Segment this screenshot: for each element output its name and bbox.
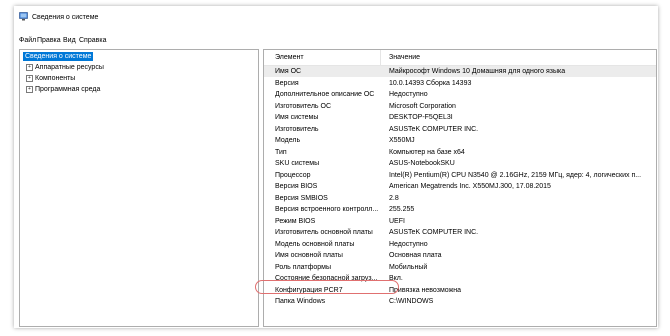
table-row[interactable]: Модель X550MJ [264, 135, 656, 146]
table-row[interactable]: Имя основной платы Основная плата [264, 250, 656, 261]
table-row[interactable]: Изготовитель основной платы ASUSTeK COMPU… [264, 227, 656, 238]
row-item-cell: Роль платформы [275, 263, 331, 271]
row-item-cell: Изготовитель [275, 125, 319, 133]
table-row[interactable]: Изготовитель ASUSTeK COMPUTER INC. [264, 124, 656, 135]
expand-icon[interactable]: + [26, 75, 33, 82]
tree-item-software-environment[interactable]: Программная среда [35, 85, 100, 94]
row-item-cell: Дополнительное описание ОС [275, 91, 375, 98]
row-value-cell: Вкл. [389, 275, 403, 282]
table-row[interactable]: Версия BIOS American Megatrends Inc. X550… [264, 181, 656, 192]
table-row[interactable]: Роль платформы Мобильный [264, 262, 656, 273]
row-item-cell: Режим BIOS [275, 217, 316, 225]
table-row[interactable]: Имя ОС Майкрософт Windows 10 Домашняя для… [264, 66, 656, 77]
row-item-cell: Процессор [275, 171, 311, 179]
row-item-cell: Папка Windows [275, 298, 326, 305]
row-value-cell: Microsoft Corporation [389, 102, 456, 110]
row-item-cell: Версия [275, 79, 299, 87]
row-item-cell: Версия встроенного контролл... [275, 206, 379, 213]
table-row[interactable]: Версия SMBIOS 2.8 [264, 193, 656, 204]
table-row[interactable]: Версия встроенного контролл... 255.255 [264, 204, 656, 215]
row-value-cell: Компьютер на базе x64 [389, 148, 465, 156]
table-row[interactable]: Папка Windows C:\WINDOWS [264, 296, 656, 307]
table-header: Элемент Значение [264, 50, 656, 66]
title-bar: Сведения о системе [14, 6, 658, 28]
expand-icon[interactable]: + [26, 64, 33, 71]
table-row[interactable]: Имя системы DESKTOP-F5QEL3I [264, 112, 656, 123]
row-item-cell: Версия SMBIOS [275, 194, 328, 202]
window-title: Сведения о системе [32, 14, 99, 21]
row-item-cell: Имя ОС [275, 68, 302, 75]
row-value-cell: ASUSTeK COMPUTER INC. [389, 125, 479, 133]
menu-bar: Файл Правка Вид Справка [14, 35, 658, 46]
secure-boot-highlight-annotation [255, 280, 399, 294]
expand-icon[interactable]: + [26, 86, 33, 93]
row-value-cell: Майкрософт Windows 10 Домашняя для одног… [389, 68, 566, 75]
system-info-app-icon [19, 12, 28, 21]
row-value-cell: ASUS-NotebookSKU [389, 160, 455, 167]
row-item-cell: Имя системы [275, 114, 319, 121]
row-value-cell: 10.0.14393 Сборка 14393 [389, 79, 472, 87]
tree-item-system-summary[interactable]: Сведения о системе [23, 52, 94, 61]
row-value-cell: 2.8 [389, 194, 399, 202]
table-row[interactable]: Изготовитель ОС Microsoft Corporation [264, 101, 656, 112]
table-row[interactable]: Модель основной платы Недоступно [264, 239, 656, 250]
row-value-cell: Недоступно [389, 91, 428, 98]
table-row[interactable]: Процессор Intel(R) Pentium(R) CPU N3540 @… [264, 170, 656, 181]
row-value-cell: DESKTOP-F5QEL3I [389, 114, 453, 121]
row-value-cell: Мобильный [389, 263, 428, 271]
row-item-cell: Изготовитель основной платы [275, 229, 373, 236]
row-item-cell: Модель [275, 137, 301, 144]
row-item-cell: Тип [275, 148, 287, 156]
row-value-cell: 255.255 [389, 206, 415, 213]
table-row[interactable]: Режим BIOS UEFI [264, 216, 656, 227]
row-value-cell: UEFI [389, 217, 405, 225]
menu-help[interactable]: Справка [78, 35, 107, 46]
row-value-cell: Привязка невозможна [389, 286, 462, 294]
column-header-item[interactable]: Элемент [275, 53, 304, 62]
row-item-cell: Имя основной платы [275, 252, 343, 259]
row-item-cell: Версия BIOS [275, 183, 318, 190]
table-row[interactable]: SKU системы ASUS-NotebookSKU [264, 158, 656, 169]
table-row[interactable]: Дополнительное описание ОС Недоступно [264, 89, 656, 100]
column-header-value[interactable]: Значение [389, 53, 420, 62]
row-item-cell: Модель основной платы [275, 240, 355, 248]
column-divider[interactable] [380, 50, 381, 65]
menu-view[interactable]: Вид [62, 35, 77, 46]
tree-item-hardware-resources[interactable]: Аппаратные ресурсы [35, 63, 104, 72]
category-tree[interactable]: Сведения о системе + Аппаратные ресурсы … [19, 49, 259, 327]
row-value-cell: Intel(R) Pentium(R) CPU N3540 @ 2.16GHz,… [389, 171, 642, 179]
table-row[interactable]: Тип Компьютер на базе x64 [264, 147, 656, 158]
row-item-cell: SKU системы [275, 160, 320, 167]
row-item-cell: Изготовитель ОС [275, 102, 331, 110]
table-row[interactable]: Версия 10.0.14393 Сборка 14393 [264, 78, 656, 89]
row-value-cell: Недоступно [389, 240, 428, 248]
row-value-cell: X550MJ [389, 137, 415, 144]
row-value-cell: ASUSTeK COMPUTER INC. [389, 229, 479, 236]
menu-edit[interactable]: Правка [36, 35, 62, 46]
menu-file[interactable]: Файл [18, 35, 37, 46]
tree-item-components[interactable]: Компоненты [35, 74, 75, 83]
row-value-cell: C:\WINDOWS [389, 298, 434, 305]
row-value-cell: American Megatrends Inc. X550MJ.300, 17.… [389, 183, 551, 190]
row-value-cell: Основная плата [389, 252, 442, 259]
